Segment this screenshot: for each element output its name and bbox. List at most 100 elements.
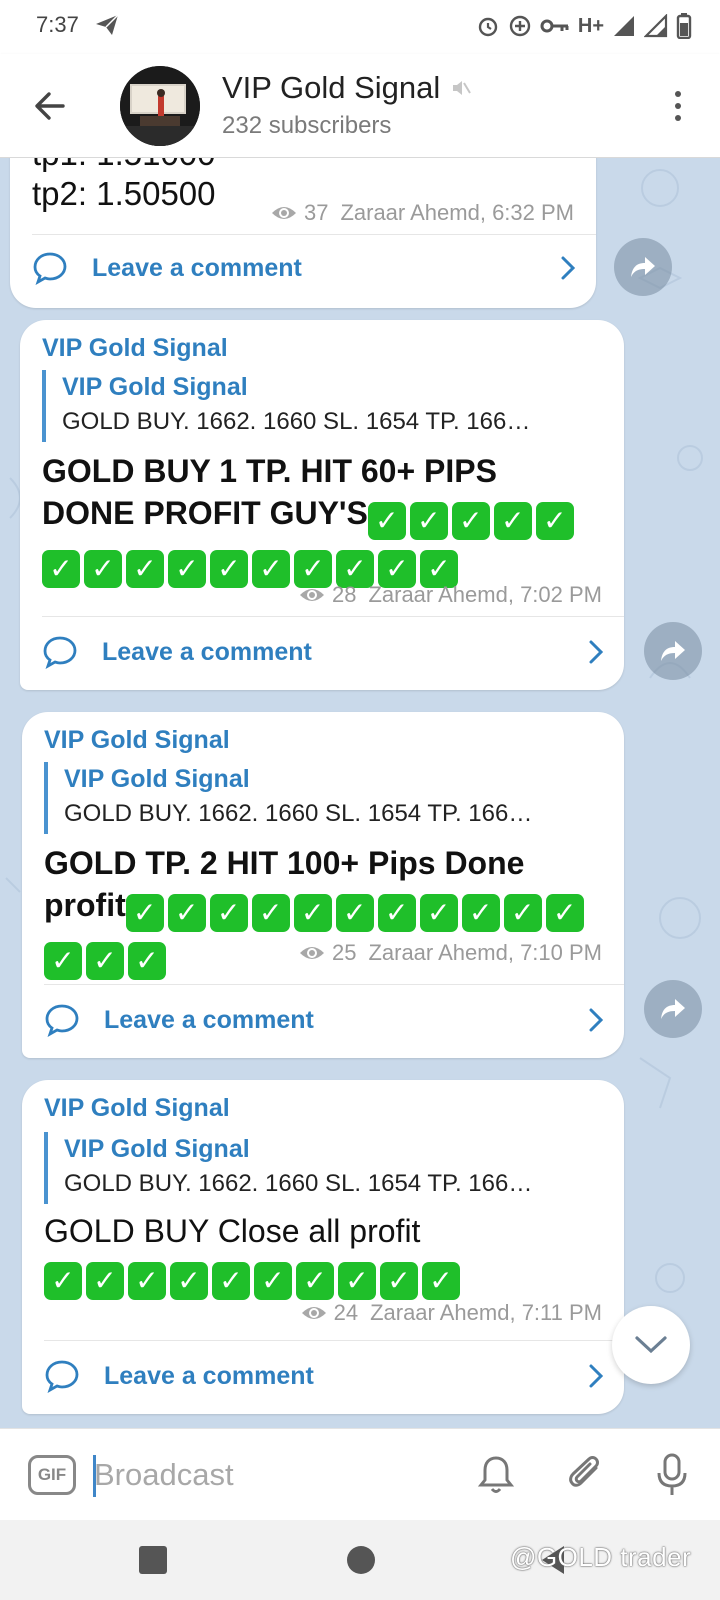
chevron-down-icon xyxy=(635,1336,667,1354)
notification-button[interactable] xyxy=(472,1451,520,1499)
chevron-right-icon xyxy=(561,256,576,280)
check-mark-icon: ✓ xyxy=(128,1262,166,1300)
eye-icon xyxy=(299,947,324,959)
leave-comment-button[interactable]: Leave a comment xyxy=(42,620,604,684)
dot-icon xyxy=(675,103,681,109)
channel-header: VIP Gold Signal 232 subscribers xyxy=(0,54,720,158)
microphone-icon xyxy=(657,1453,687,1495)
check-emojis: ✓ ✓ ✓ ✓ ✓ ✓ ✓ ✓ ✓ ✓ xyxy=(42,543,462,588)
sender-name: VIP Gold Signal xyxy=(44,726,230,754)
more-menu-button[interactable] xyxy=(666,84,690,128)
check-mark-icon: ✓ xyxy=(167,894,206,932)
message-line: GOLD BUY Close all profit xyxy=(44,1213,421,1249)
check-mark-icon: ✓ xyxy=(212,1262,250,1300)
message-line: GOLD TP. 2 HIT 100+ Pips Done xyxy=(44,845,525,881)
reply-preview[interactable]: VIP Gold Signal GOLD BUY. 1662. 1660 SL.… xyxy=(42,370,610,442)
message-line: GOLD BUY 1 TP. HIT 60+ PIPS xyxy=(42,453,497,489)
input-bar: GIF xyxy=(0,1428,720,1520)
message-line: profit xyxy=(44,887,126,923)
share-arrow-icon xyxy=(661,641,685,661)
reply-preview[interactable]: VIP Gold Signal GOLD BUY. 1662. 1660 SL.… xyxy=(44,1132,610,1204)
reply-title: VIP Gold Signal xyxy=(62,373,248,401)
leave-comment-button[interactable]: Leave a comment xyxy=(44,1344,604,1408)
check-mark-icon: ✓ xyxy=(380,1262,418,1300)
message-line: DONE PROFIT GUY'S xyxy=(42,495,368,531)
check-mark-icon: ✓ xyxy=(210,550,248,588)
avatar-image xyxy=(120,66,200,146)
arrow-left-icon xyxy=(35,92,65,120)
dot-icon xyxy=(675,91,681,97)
check-emojis: ✓ ✓ ✓ xyxy=(44,935,170,980)
chevron-right-icon xyxy=(589,1364,604,1388)
home-button[interactable] xyxy=(347,1546,375,1574)
battery-icon xyxy=(676,13,692,39)
message-bubble[interactable]: VIP Gold Signal VIP Gold Signal GOLD BUY… xyxy=(22,712,624,1058)
message-text: GOLD BUY 1 TP. HIT 60+ PIPS DONE PROFIT … xyxy=(42,450,604,588)
alarm-icon xyxy=(478,17,498,37)
dot-icon xyxy=(675,115,681,121)
view-count: 37 xyxy=(303,200,329,225)
message-bubble[interactable]: VIP Gold Signal VIP Gold Signal GOLD BUY… xyxy=(20,320,624,690)
author-time: Zaraar Ahemd, 7:10 PM xyxy=(368,940,602,965)
sender-name: VIP Gold Signal xyxy=(42,334,228,362)
channel-title[interactable]: VIP Gold Signal xyxy=(222,70,472,106)
eye-icon xyxy=(299,589,324,601)
view-count: 25 xyxy=(331,940,357,965)
vpn-key-icon xyxy=(540,19,569,33)
author-time: Zaraar Ahemd, 7:11 PM xyxy=(370,1300,602,1325)
check-mark-icon: ✓ xyxy=(170,1262,208,1300)
scroll-to-bottom-button[interactable] xyxy=(612,1306,690,1384)
leave-comment-button[interactable]: Leave a comment xyxy=(32,236,576,300)
microphone-button[interactable] xyxy=(648,1451,696,1499)
reply-text: GOLD BUY. 1662. 1660 SL. 1654 TP. 166… xyxy=(64,800,533,827)
status-icons: H+ xyxy=(476,13,692,39)
back-button[interactable] xyxy=(28,84,72,128)
divider xyxy=(44,984,624,985)
attach-button[interactable] xyxy=(562,1451,610,1499)
message-bubble[interactable]: VIP Gold Signal VIP Gold Signal GOLD BUY… xyxy=(22,1080,624,1414)
signal-icon-2 xyxy=(644,14,668,38)
share-button[interactable] xyxy=(644,980,702,1038)
share-button[interactable] xyxy=(644,622,702,680)
check-mark-icon: ✓ xyxy=(338,1262,376,1300)
message-meta: 25 Zaraar Ahemd, 7:10 PM xyxy=(298,940,602,966)
message-bubble[interactable]: tp1: 1.51000 tp2: 1.50500 37 Zaraar Ahem… xyxy=(10,158,596,308)
channel-avatar[interactable] xyxy=(120,66,200,146)
check-mark-icon: ✓ xyxy=(128,942,166,980)
network-type: H+ xyxy=(577,14,604,37)
check-mark-icon: ✓ xyxy=(503,894,542,932)
recent-apps-button[interactable] xyxy=(139,1546,167,1574)
check-mark-icon: ✓ xyxy=(335,894,374,932)
divider xyxy=(44,1340,624,1341)
status-bar: 7:37 H+ xyxy=(0,0,720,54)
chat-area[interactable]: tp1: 1.51000 tp2: 1.50500 37 Zaraar Ahem… xyxy=(0,158,720,1428)
message-text: GOLD BUY Close all profit ✓ ✓ ✓ ✓ ✓ ✓ ✓ ✓ ✓ ✓ xyxy=(44,1210,604,1300)
signal-icon-1 xyxy=(614,16,634,36)
reply-preview[interactable]: VIP Gold Signal GOLD BUY. 1662. 1660 SL.… xyxy=(44,762,610,834)
share-button[interactable] xyxy=(614,238,672,296)
author-time: Zaraar Ahemd, 6:32 PM xyxy=(340,200,574,225)
muted-icon xyxy=(453,81,472,95)
check-emojis: ✓ ✓ ✓ ✓ ✓ ✓ ✓ ✓ ✓ ✓ xyxy=(44,1255,464,1300)
eye-icon xyxy=(301,1307,326,1319)
comment-label: Leave a comment xyxy=(102,637,312,666)
channel-name: VIP Gold Signal xyxy=(222,70,441,105)
leave-comment-button[interactable]: Leave a comment xyxy=(44,988,604,1052)
chevron-right-icon xyxy=(589,1008,604,1032)
reply-text: GOLD BUY. 1662. 1660 SL. 1654 TP. 166… xyxy=(64,1170,533,1197)
check-mark-icon: ✓ xyxy=(168,550,206,588)
check-mark-icon: ✓ xyxy=(545,894,584,932)
author-time: Zaraar Ahemd, 7:02 PM xyxy=(368,582,602,607)
system-nav-bar: @GOLD trader xyxy=(0,1520,720,1600)
check-mark-icon: ✓ xyxy=(251,894,290,932)
broadcast-input[interactable] xyxy=(94,1451,434,1499)
check-emojis: ✓ ✓ ✓ ✓ ✓ ✓ ✓ ✓ ✓ ✓ ✓ xyxy=(125,887,588,932)
comment-bubble-icon xyxy=(43,636,77,669)
share-arrow-icon xyxy=(661,999,685,1019)
gif-button[interactable]: GIF xyxy=(28,1455,76,1495)
share-arrow-icon xyxy=(631,257,655,277)
reply-title: VIP Gold Signal xyxy=(64,765,250,793)
data-saver-icon xyxy=(509,15,531,37)
check-mark-icon: ✓ xyxy=(377,894,416,932)
sender-name: VIP Gold Signal xyxy=(44,1094,230,1122)
